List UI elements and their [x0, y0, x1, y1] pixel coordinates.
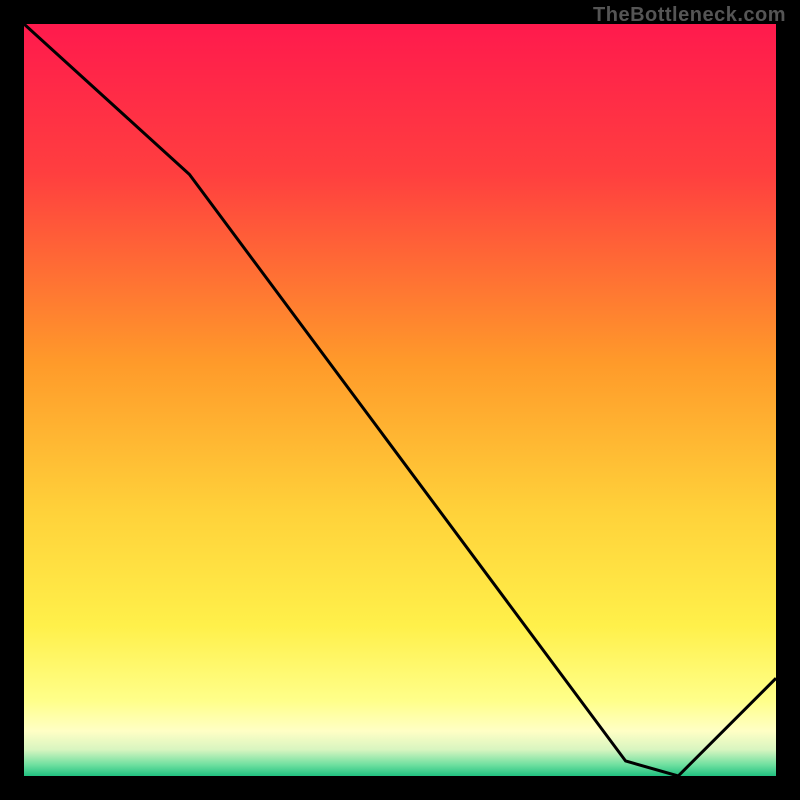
plot-background — [24, 24, 776, 776]
chart-stage: TheBottleneck.com — [0, 0, 800, 800]
watermark-label: TheBottleneck.com — [593, 4, 786, 27]
bottleneck-chart — [0, 0, 800, 800]
